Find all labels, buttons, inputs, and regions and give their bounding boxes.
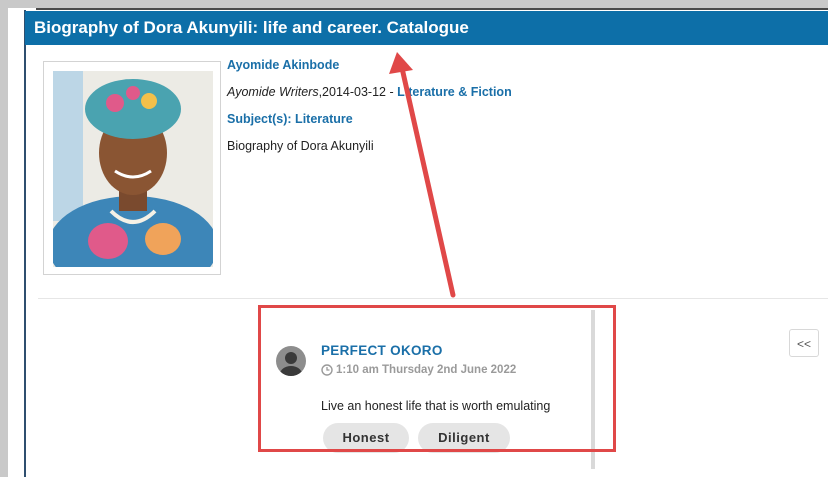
tag-honest[interactable]: Honest xyxy=(323,423,409,453)
comment-time-text: 1:10 am Thursday 2nd June 2022 xyxy=(336,364,517,376)
book-cover-photo[interactable] xyxy=(43,61,221,275)
comment-scroll-rule xyxy=(591,310,595,469)
tag-diligent[interactable]: Diligent xyxy=(418,423,510,453)
clock-icon xyxy=(321,364,333,376)
book-publisher: Ayomide Writers xyxy=(227,85,319,99)
book-publication-line: Ayomide Writers,2014-03-12 - Literature … xyxy=(227,85,512,99)
comment-timestamp: 1:10 am Thursday 2nd June 2022 xyxy=(321,364,516,376)
top-border xyxy=(36,8,828,10)
left-border xyxy=(24,10,26,477)
section-divider xyxy=(38,298,828,299)
comment-author[interactable]: PERFECT OKORO xyxy=(321,343,443,358)
portrait-image xyxy=(53,71,213,267)
comment-text: Live an honest life that is worth emulat… xyxy=(321,399,551,413)
page-title-bar: Biography of Dora Akunyili: life and car… xyxy=(25,11,828,45)
double-chevron-left-icon: << xyxy=(796,337,811,351)
book-author[interactable]: Ayomide Akinbode xyxy=(227,58,339,72)
collapse-button[interactable]: << xyxy=(789,329,819,357)
book-title: Biography of Dora Akunyili xyxy=(227,139,374,153)
book-category-link[interactable]: Literature & Fiction xyxy=(397,85,512,99)
book-date: ,2014-03-12 - xyxy=(318,85,398,99)
page-title: Biography of Dora Akunyili: life and car… xyxy=(34,18,469,37)
user-avatar-icon xyxy=(276,346,306,376)
book-subjects[interactable]: Subject(s): Literature xyxy=(227,112,353,126)
